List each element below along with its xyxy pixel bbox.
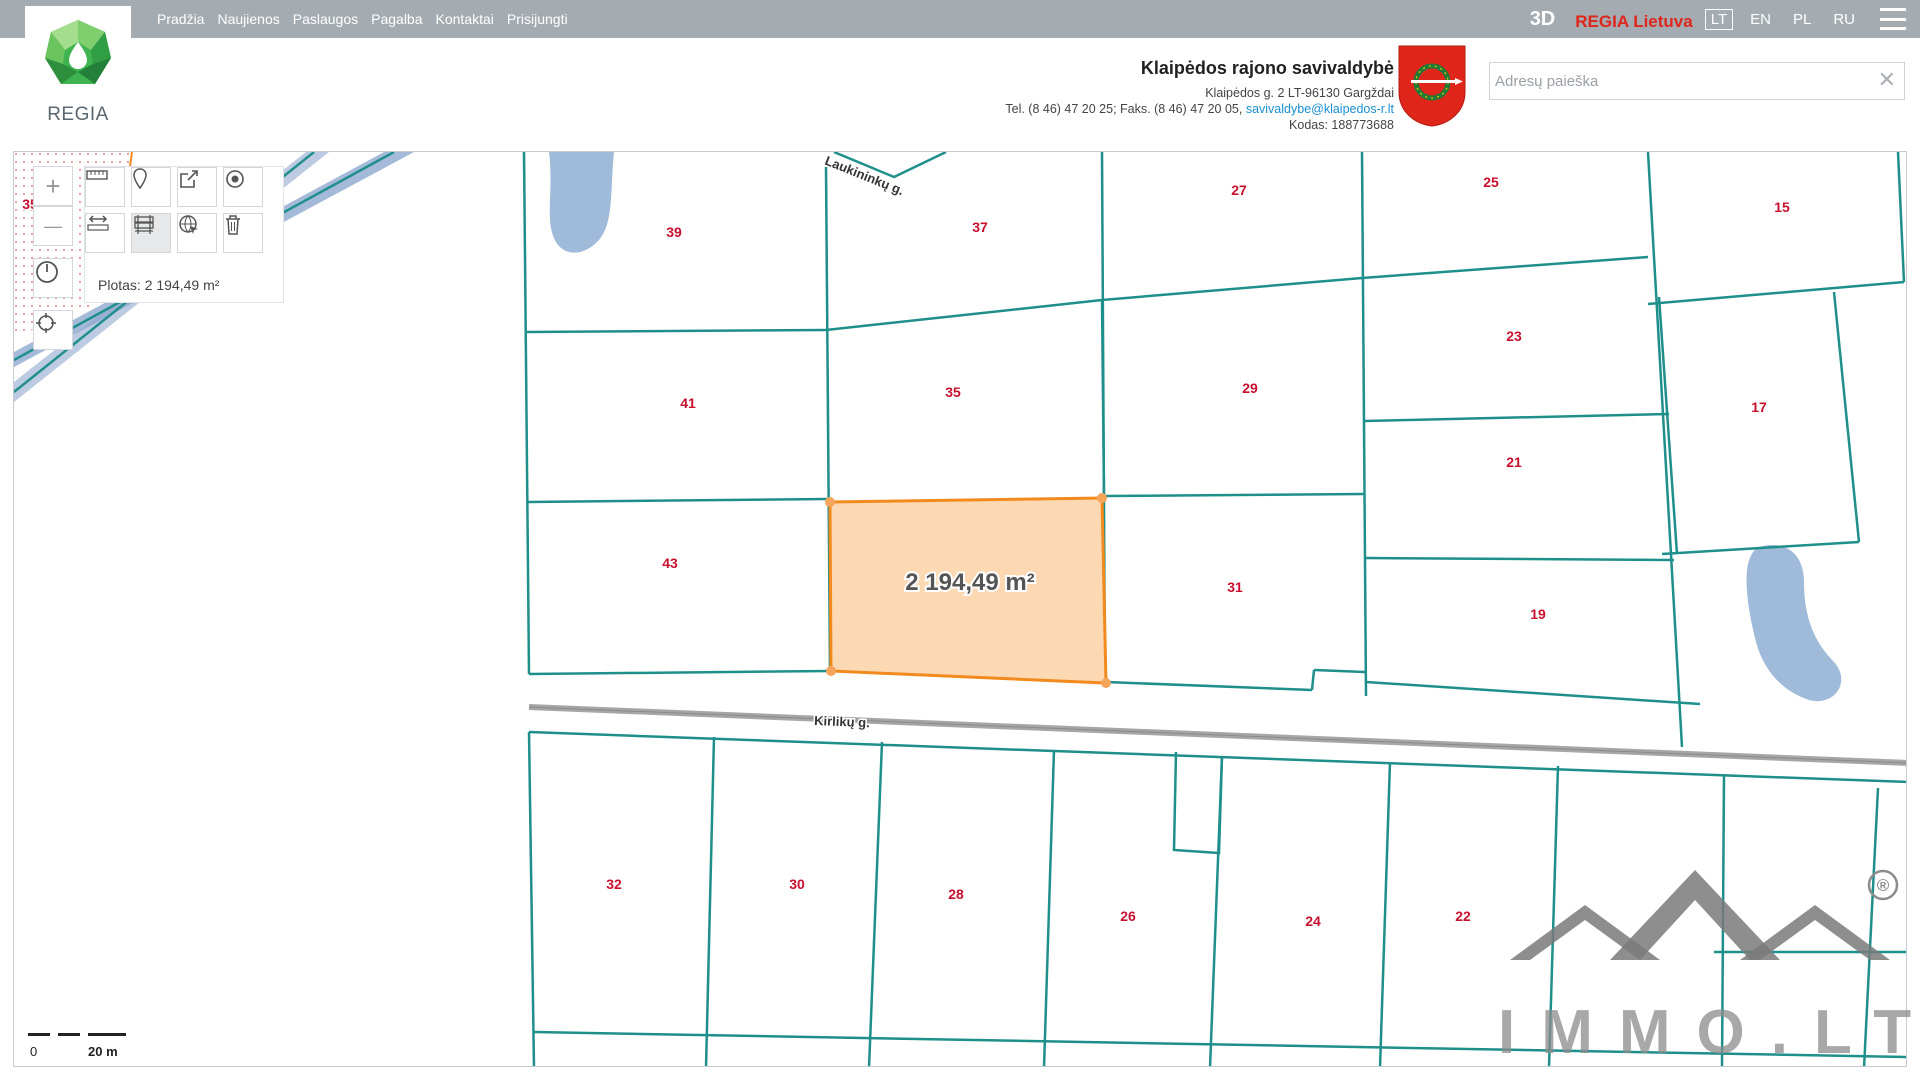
coat-of-arms-icon: [1398, 45, 1466, 127]
address-search: ✕: [1489, 62, 1905, 100]
nav-paslaugos[interactable]: Paslaugos: [293, 11, 358, 27]
municipality-name: Klaipėdos rajono savivaldybė: [1140, 58, 1394, 78]
ruler-icon: [86, 170, 108, 180]
parcel-label: 29: [1242, 380, 1258, 396]
regia-lietuva-link[interactable]: REGIA Lietuva: [1575, 12, 1692, 32]
parcel-label: 37: [972, 219, 988, 235]
lang-ru[interactable]: RU: [1828, 10, 1860, 29]
share-icon: [180, 170, 198, 188]
nav-pagalba[interactable]: Pagalba: [371, 11, 422, 27]
parcel-label: 43: [662, 555, 678, 571]
parcel-label: 24: [1305, 913, 1321, 929]
lang-en[interactable]: EN: [1745, 10, 1776, 29]
nav-kontaktai[interactable]: Kontaktai: [436, 11, 494, 27]
measure-distance-tool[interactable]: [85, 213, 125, 253]
parcel-label: 26: [1120, 908, 1136, 924]
municipality-code: Kodas: 188773688: [1289, 118, 1394, 132]
history-button[interactable]: [33, 258, 73, 298]
parcel-label: 30: [789, 876, 805, 892]
3d-button[interactable]: 3D: [1530, 8, 1556, 31]
parcel-label: 28: [948, 886, 964, 902]
area-measurement-result: Plotas: 2 194,49 m²: [98, 277, 220, 293]
scale-bar-graphic: [28, 1033, 126, 1040]
clock-icon: [36, 261, 58, 283]
delete-tool[interactable]: [223, 213, 263, 253]
parcel-label: 21: [1506, 454, 1522, 470]
clear-search-icon[interactable]: ✕: [1878, 69, 1896, 91]
parcel-label: 25: [1483, 174, 1499, 190]
pin-icon: [133, 168, 147, 190]
point-tool[interactable]: [223, 167, 263, 207]
measure-toolpanel: Plotas: 2 194,49 m²: [84, 166, 284, 303]
parcel-label: 31: [1227, 579, 1243, 595]
scale-zero-label: 0: [30, 1044, 38, 1059]
zoom-in-button[interactable]: +: [33, 166, 73, 206]
zoom-out-button[interactable]: —: [33, 206, 73, 246]
export-tool[interactable]: [177, 167, 217, 207]
measure-area-tool[interactable]: [131, 213, 171, 253]
nav-pradzia[interactable]: Pradžia: [157, 11, 204, 27]
scale-value-label: 20 m: [88, 1044, 118, 1059]
municipality-phone: Tel. (8 46) 47 20 25; Faks. (8 46) 47 20…: [1005, 102, 1243, 116]
lang-lt[interactable]: LT: [1704, 8, 1734, 30]
menu-icon[interactable]: [1880, 8, 1906, 30]
place-marker-tool[interactable]: [131, 167, 171, 207]
parcel-label: 22: [1455, 908, 1471, 924]
municipality-email-link[interactable]: savivaldybe@klaipedos-r.lt: [1246, 102, 1394, 116]
trash-icon: [226, 215, 240, 235]
area-icon: [134, 215, 154, 234]
address-search-input[interactable]: [1490, 63, 1860, 99]
regia-logo-icon: [45, 20, 111, 84]
top-right-tools: 3D REGIA Lietuva LT EN PL RU: [1530, 0, 1920, 38]
select-object-tool[interactable]: [177, 213, 217, 253]
measure-length-tool[interactable]: [85, 167, 125, 207]
parcel-label: 17: [1751, 399, 1767, 415]
street-label-kirliku: Kirlikų g.: [814, 713, 870, 730]
parcel-label: 27: [1231, 182, 1247, 198]
parcel-label: 35: [945, 384, 961, 400]
parcel-label: 19: [1530, 606, 1546, 622]
target-icon: [226, 170, 244, 188]
main-nav: Pradžia Naujienos Paslaugos Pagalba Kont…: [157, 0, 568, 38]
pond-top: [549, 152, 614, 253]
parcel-label: 15: [1774, 199, 1790, 215]
lang-pl[interactable]: PL: [1788, 10, 1816, 29]
selected-area-label: 2 194,49 m²: [905, 569, 1034, 596]
immo-watermark-text: IMMO.LT: [1498, 998, 1920, 1067]
parcel-label: 39: [666, 224, 682, 240]
scale-bar: 0 20 m: [28, 1028, 138, 1059]
globe-cursor-icon: [179, 215, 198, 234]
distance-icon: [87, 215, 109, 231]
municipality-address: Klaipėdos g. 2 LT-96130 Gargždai: [1205, 86, 1394, 100]
logo-text: REGIA: [47, 104, 109, 125]
municipality-info: Klaipėdos rajono savivaldybė Klaipėdos g…: [1005, 58, 1394, 133]
nav-prisijungti[interactable]: Prisijungti: [507, 11, 568, 27]
locate-button[interactable]: [33, 310, 73, 350]
registered-mark: ®: [1877, 876, 1890, 895]
municipality-contacts: Tel. (8 46) 47 20 25; Faks. (8 46) 47 20…: [1005, 101, 1394, 117]
nav-naujienos[interactable]: Naujienos: [217, 11, 279, 27]
parcel-label: 32: [606, 876, 622, 892]
crosshair-icon: [36, 313, 56, 333]
top-bar: Pradžia Naujienos Paslaugos Pagalba Kont…: [0, 0, 1920, 38]
parcel-label: 41: [680, 395, 696, 411]
regia-logo[interactable]: REGIA: [25, 6, 131, 130]
parcel-label: 23: [1506, 328, 1522, 344]
pond-right: [1746, 545, 1842, 702]
